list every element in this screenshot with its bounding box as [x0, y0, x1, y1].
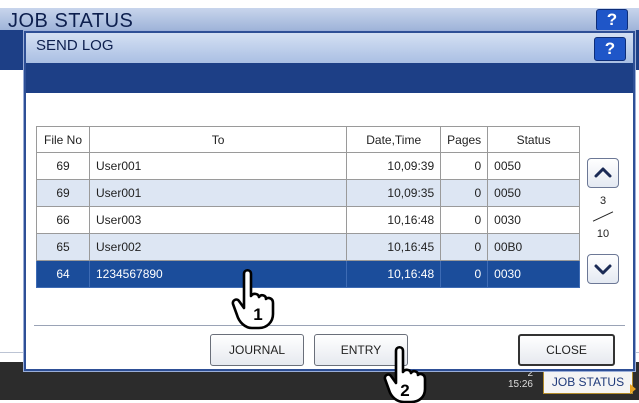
job-status-title: JOB STATUS	[8, 10, 134, 32]
callout-number-1: 1	[253, 305, 262, 324]
cell-file-no: 69	[36, 152, 90, 180]
send-log-dialog: SEND LOG ? File No To Date,Time Pages St…	[24, 31, 635, 371]
cell-status: 0030	[487, 260, 580, 288]
table-row-selected[interactable]: 64 1234567890 10,16:48 0 0030	[36, 260, 580, 288]
cell-date-time: 10,16:48	[346, 260, 442, 288]
cell-date-time: 10,16:48	[346, 206, 442, 234]
job-status-arrow-icon	[630, 384, 636, 394]
clock-display: 2 15:26	[463, 368, 533, 390]
cell-file-no: 69	[36, 179, 90, 207]
cell-file-no: 64	[36, 260, 90, 288]
dialog-title: SEND LOG	[36, 37, 114, 54]
table-row[interactable]: 69 User001 10,09:35 0 0050	[36, 179, 580, 207]
table-row[interactable]: 69 User001 10,09:39 0 0050	[36, 152, 580, 180]
table-row[interactable]: 66 User003 10,16:48 0 0030	[36, 206, 580, 234]
cell-status: 0030	[487, 206, 580, 234]
job-status-button[interactable]: JOB STATUS	[543, 370, 633, 394]
page-total: 10	[596, 228, 610, 240]
close-button[interactable]: CLOSE	[518, 334, 615, 366]
cell-date-time: 10,09:39	[346, 152, 442, 180]
cell-pages: 0	[440, 260, 489, 288]
hand-pointer-icon: 2	[383, 345, 427, 403]
clock-time: 15:26	[507, 379, 533, 390]
cell-pages: 0	[440, 233, 489, 261]
cell-pages: 0	[440, 179, 489, 207]
cell-status: 0050	[487, 152, 580, 180]
cell-file-no: 65	[36, 233, 90, 261]
chevron-down-icon	[594, 264, 612, 275]
scroll-down-button[interactable]	[587, 254, 619, 284]
dialog-title-bar	[26, 33, 633, 63]
cell-to: 1234567890	[88, 260, 348, 288]
journal-button[interactable]: JOURNAL	[210, 334, 304, 366]
cell-pages: 0	[440, 152, 489, 180]
scroll-up-button[interactable]	[587, 158, 619, 188]
chevron-up-icon	[594, 167, 612, 178]
column-header-to: To	[88, 126, 348, 153]
cell-to: User001	[88, 179, 348, 207]
send-log-table: File No To Date,Time Pages Status 69 Use…	[36, 126, 580, 288]
cell-date-time: 10,16:45	[346, 233, 442, 261]
job-status-help-button[interactable]: ?	[596, 9, 628, 31]
cell-to: User002	[88, 233, 348, 261]
table-header-row: File No To Date,Time Pages Status	[36, 126, 580, 153]
column-header-date-time: Date,Time	[346, 126, 442, 153]
callout-number-2: 2	[400, 381, 409, 400]
page-separator	[592, 211, 614, 222]
dialog-divider	[34, 325, 625, 326]
cell-to: User003	[88, 206, 348, 234]
column-header-pages: Pages	[440, 126, 489, 153]
cell-file-no: 66	[36, 206, 90, 234]
hand-pointer-icon: 1	[231, 268, 275, 330]
column-header-status: Status	[487, 126, 580, 153]
dialog-header-band	[26, 63, 633, 93]
table-row[interactable]: 65 User002 10,16:45 0 00B0	[36, 233, 580, 261]
column-header-file-no: File No	[36, 126, 90, 153]
cell-status: 00B0	[487, 233, 580, 261]
cell-date-time: 10,09:35	[346, 179, 442, 207]
cell-pages: 0	[440, 206, 489, 234]
page-current: 3	[599, 195, 607, 207]
dialog-help-button[interactable]: ?	[594, 37, 626, 61]
cell-status: 0050	[487, 179, 580, 207]
cell-to: User001	[88, 152, 348, 180]
